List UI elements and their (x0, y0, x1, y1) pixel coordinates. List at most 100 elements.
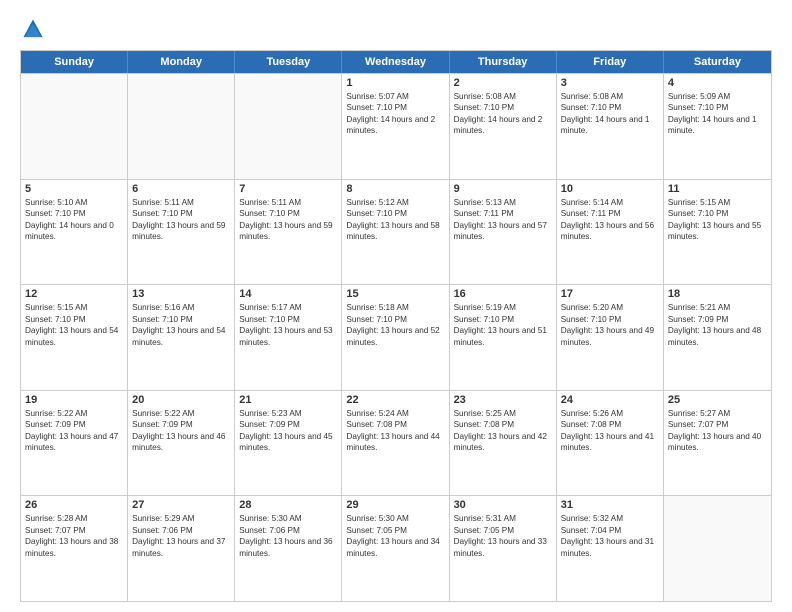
day-number: 20 (132, 394, 230, 406)
calendar-cell: 5 Sunrise: 5:10 AM Sunset: 7:10 PM Daylig… (21, 180, 128, 285)
day-number: 15 (346, 288, 444, 300)
calendar-cell: 16 Sunrise: 5:19 AM Sunset: 7:10 PM Dayli… (450, 285, 557, 390)
calendar-cell: 12 Sunrise: 5:15 AM Sunset: 7:10 PM Dayli… (21, 285, 128, 390)
calendar-cell: 7Sunrise: 5:11 AM Sunset: 7:10 PM Daylig… (235, 180, 342, 285)
day-number: 22 (346, 394, 444, 406)
calendar-cell: 11 Sunrise: 5:15 AM Sunset: 7:10 PM Dayli… (664, 180, 771, 285)
cell-info: Sunrise: 5:08 AM Sunset: 7:10 PM Dayligh… (561, 91, 659, 137)
cell-info: Sunrise: 5:28 AM Sunset: 7:07 PM Dayligh… (25, 513, 123, 559)
calendar-row: 26 Sunrise: 5:28 AM Sunset: 7:07 PM Dayli… (21, 495, 771, 601)
cell-info: Sunrise: 5:14 AM Sunset: 7:11 PM Dayligh… (561, 197, 659, 243)
calendar-cell: 24 Sunrise: 5:26 AM Sunset: 7:08 PM Dayli… (557, 391, 664, 496)
calendar-row: 5 Sunrise: 5:10 AM Sunset: 7:10 PM Daylig… (21, 179, 771, 285)
calendar-row: 19 Sunrise: 5:22 AM Sunset: 7:09 PM Dayli… (21, 390, 771, 496)
cell-info: Sunrise: 5:24 AM Sunset: 7:08 PM Dayligh… (346, 408, 444, 454)
calendar-cell: 30Sunrise: 5:31 AM Sunset: 7:05 PM Dayli… (450, 496, 557, 601)
day-number: 21 (239, 394, 337, 406)
cell-info: Sunrise: 5:29 AM Sunset: 7:06 PM Dayligh… (132, 513, 230, 559)
cell-info: Sunrise: 5:31 AM Sunset: 7:05 PM Dayligh… (454, 513, 552, 559)
cell-info: Sunrise: 5:20 AM Sunset: 7:10 PM Dayligh… (561, 302, 659, 348)
day-number: 31 (561, 499, 659, 511)
calendar-cell: 26 Sunrise: 5:28 AM Sunset: 7:07 PM Dayli… (21, 496, 128, 601)
cell-info: Sunrise: 5:22 AM Sunset: 7:09 PM Dayligh… (132, 408, 230, 454)
calendar-row: 1Sunrise: 5:07 AM Sunset: 7:10 PM Daylig… (21, 73, 771, 179)
calendar-cell: 28 Sunrise: 5:30 AM Sunset: 7:06 PM Dayli… (235, 496, 342, 601)
calendar-cell: 29 Sunrise: 5:30 AM Sunset: 7:05 PM Dayli… (342, 496, 449, 601)
cell-info: Sunrise: 5:22 AM Sunset: 7:09 PM Dayligh… (25, 408, 123, 454)
cell-info: Sunrise: 5:30 AM Sunset: 7:05 PM Dayligh… (346, 513, 444, 559)
calendar-cell: 9 Sunrise: 5:13 AM Sunset: 7:11 PM Daylig… (450, 180, 557, 285)
weekday-header: Wednesday (342, 51, 449, 73)
cell-info: Sunrise: 5:21 AM Sunset: 7:09 PM Dayligh… (668, 302, 767, 348)
header (20, 18, 772, 40)
calendar-cell: 27 Sunrise: 5:29 AM Sunset: 7:06 PM Dayli… (128, 496, 235, 601)
calendar-cell: 15 Sunrise: 5:18 AM Sunset: 7:10 PM Dayli… (342, 285, 449, 390)
logo-icon (22, 18, 44, 40)
cell-info: Sunrise: 5:30 AM Sunset: 7:06 PM Dayligh… (239, 513, 337, 559)
calendar-cell: 25 Sunrise: 5:27 AM Sunset: 7:07 PM Dayli… (664, 391, 771, 496)
day-number: 1 (346, 77, 444, 89)
day-number: 28 (239, 499, 337, 511)
page: SundayMondayTuesdayWednesdayThursdayFrid… (0, 0, 792, 612)
day-number: 2 (454, 77, 552, 89)
calendar-cell (664, 496, 771, 601)
cell-info: Sunrise: 5:16 AM Sunset: 7:10 PM Dayligh… (132, 302, 230, 348)
cell-info: Sunrise: 5:32 AM Sunset: 7:04 PM Dayligh… (561, 513, 659, 559)
calendar-cell: 20 Sunrise: 5:22 AM Sunset: 7:09 PM Dayli… (128, 391, 235, 496)
day-number: 9 (454, 183, 552, 195)
calendar-body: 1Sunrise: 5:07 AM Sunset: 7:10 PM Daylig… (21, 73, 771, 601)
cell-info: Sunrise: 5:08 AM Sunset: 7:10 PM Dayligh… (454, 91, 552, 137)
cell-info: Sunrise: 5:10 AM Sunset: 7:10 PM Dayligh… (25, 197, 123, 243)
day-number: 29 (346, 499, 444, 511)
day-number: 23 (454, 394, 552, 406)
calendar-cell: 8 Sunrise: 5:12 AM Sunset: 7:10 PM Daylig… (342, 180, 449, 285)
calendar-cell: 10 Sunrise: 5:14 AM Sunset: 7:11 PM Dayli… (557, 180, 664, 285)
day-number: 10 (561, 183, 659, 195)
day-number: 14 (239, 288, 337, 300)
calendar-cell: 4Sunrise: 5:09 AM Sunset: 7:10 PM Daylig… (664, 74, 771, 179)
day-number: 4 (668, 77, 767, 89)
cell-info: Sunrise: 5:26 AM Sunset: 7:08 PM Dayligh… (561, 408, 659, 454)
day-number: 24 (561, 394, 659, 406)
calendar-cell: 22 Sunrise: 5:24 AM Sunset: 7:08 PM Dayli… (342, 391, 449, 496)
weekday-header: Sunday (21, 51, 128, 73)
day-number: 25 (668, 394, 767, 406)
cell-info: Sunrise: 5:25 AM Sunset: 7:08 PM Dayligh… (454, 408, 552, 454)
calendar-cell: 31 Sunrise: 5:32 AM Sunset: 7:04 PM Dayli… (557, 496, 664, 601)
calendar-cell: 14 Sunrise: 5:17 AM Sunset: 7:10 PM Dayli… (235, 285, 342, 390)
day-number: 8 (346, 183, 444, 195)
day-number: 18 (668, 288, 767, 300)
day-number: 16 (454, 288, 552, 300)
cell-info: Sunrise: 5:18 AM Sunset: 7:10 PM Dayligh… (346, 302, 444, 348)
day-number: 27 (132, 499, 230, 511)
cell-info: Sunrise: 5:11 AM Sunset: 7:10 PM Dayligh… (132, 197, 230, 243)
day-number: 12 (25, 288, 123, 300)
cell-info: Sunrise: 5:13 AM Sunset: 7:11 PM Dayligh… (454, 197, 552, 243)
cell-info: Sunrise: 5:23 AM Sunset: 7:09 PM Dayligh… (239, 408, 337, 454)
day-number: 6 (132, 183, 230, 195)
weekday-header: Thursday (450, 51, 557, 73)
calendar-cell: 17 Sunrise: 5:20 AM Sunset: 7:10 PM Dayli… (557, 285, 664, 390)
cell-info: Sunrise: 5:27 AM Sunset: 7:07 PM Dayligh… (668, 408, 767, 454)
cell-info: Sunrise: 5:15 AM Sunset: 7:10 PM Dayligh… (25, 302, 123, 348)
cell-info: Sunrise: 5:12 AM Sunset: 7:10 PM Dayligh… (346, 197, 444, 243)
day-number: 19 (25, 394, 123, 406)
cell-info: Sunrise: 5:15 AM Sunset: 7:10 PM Dayligh… (668, 197, 767, 243)
weekday-header: Friday (557, 51, 664, 73)
calendar-cell (128, 74, 235, 179)
calendar: SundayMondayTuesdayWednesdayThursdayFrid… (20, 50, 772, 602)
day-number: 7 (239, 183, 337, 195)
calendar-cell: 23 Sunrise: 5:25 AM Sunset: 7:08 PM Dayli… (450, 391, 557, 496)
calendar-cell: 1Sunrise: 5:07 AM Sunset: 7:10 PM Daylig… (342, 74, 449, 179)
calendar-cell (235, 74, 342, 179)
calendar-cell (21, 74, 128, 179)
cell-info: Sunrise: 5:17 AM Sunset: 7:10 PM Dayligh… (239, 302, 337, 348)
day-number: 5 (25, 183, 123, 195)
cell-info: Sunrise: 5:19 AM Sunset: 7:10 PM Dayligh… (454, 302, 552, 348)
day-number: 13 (132, 288, 230, 300)
day-number: 26 (25, 499, 123, 511)
logo (20, 18, 44, 40)
weekday-header: Tuesday (235, 51, 342, 73)
day-number: 11 (668, 183, 767, 195)
day-number: 17 (561, 288, 659, 300)
